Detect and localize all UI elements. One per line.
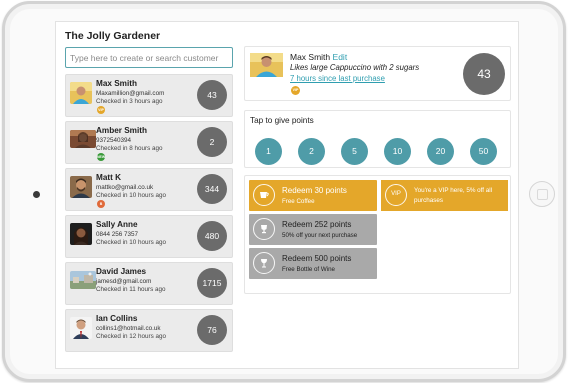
customer-points: 480 xyxy=(197,221,227,251)
profile-points: 43 xyxy=(463,53,505,95)
customer-card-max-smith[interactable]: Max Smith Maxamillion@gmail.com Checked … xyxy=(65,74,233,117)
customer-contact: 0844 256 7357 xyxy=(96,231,139,238)
reward-title: Redeem 500 points xyxy=(282,254,352,263)
avatar xyxy=(70,223,92,245)
customer-search-input[interactable] xyxy=(65,47,233,68)
customer-card-ian-collins[interactable]: Ian Collins collins1@hotmail.co.uk Check… xyxy=(65,309,233,352)
avatar xyxy=(70,176,92,198)
customer-name: Ian Collins xyxy=(96,314,138,323)
vip-status-tile: VIP You're a VIP here, 5% off all purcha… xyxy=(381,180,508,211)
vip-badge-icon: VIP xyxy=(97,106,105,114)
avatar xyxy=(70,82,92,104)
customer-checkin-time: Checked in 10 hours ago xyxy=(96,192,167,199)
app-title: The Jolly Gardener xyxy=(65,30,161,42)
redeem-discount-button[interactable]: Redeem 252 points 50% off your next purc… xyxy=(249,214,377,245)
customer-card-amber-smith[interactable]: Amber Smith 9372540394 Checked in 8 hour… xyxy=(65,121,233,164)
reward-description: 50% off your next purchase xyxy=(282,232,358,239)
customer-checkin-time: Checked in 12 hours ago xyxy=(96,333,167,340)
last-purchase-link[interactable]: 7 hours since last purchase xyxy=(290,74,385,83)
profile-name-line: Max Smith Edit xyxy=(290,52,347,62)
give-2-points-button[interactable]: 2 xyxy=(298,138,325,165)
give-50-points-button[interactable]: 50 xyxy=(470,138,497,165)
customer-name: Amber Smith xyxy=(96,126,147,135)
customer-profile-panel: Max Smith Edit Likes large Cappuccino wi… xyxy=(244,46,511,101)
new-badge-icon: NEW xyxy=(97,153,106,161)
give-20-points-button[interactable]: 20 xyxy=(427,138,454,165)
customer-contact: jamesd@gmail.com xyxy=(96,278,152,285)
trophy-icon xyxy=(253,218,275,240)
camera-icon xyxy=(33,191,40,198)
customer-checkin-time: Checked in 3 hours ago xyxy=(96,98,163,105)
loyalty-badge-icon: B xyxy=(97,200,105,208)
profile-avatar xyxy=(250,53,283,77)
wine-glass-icon xyxy=(253,252,275,274)
rewards-panel: Redeem 30 points Free Coffee Redeem 252 … xyxy=(244,175,511,294)
reward-description: Free Coffee xyxy=(282,198,315,205)
customer-name: Max Smith xyxy=(96,79,137,88)
customer-contact: collins1@hotmail.co.uk xyxy=(96,325,161,332)
reward-description: Free Bottle of Wine xyxy=(282,266,335,273)
redeem-wine-button[interactable]: Redeem 500 points Free Bottle of Wine xyxy=(249,248,377,279)
customer-points: 76 xyxy=(197,315,227,345)
customer-name: Matt K xyxy=(96,173,122,182)
edit-profile-link[interactable]: Edit xyxy=(333,52,348,62)
customer-checkin-time: Checked in 8 hours ago xyxy=(96,145,163,152)
home-button[interactable] xyxy=(529,181,555,207)
avatar xyxy=(70,130,96,148)
vip-badge-icon: VIP xyxy=(291,86,300,95)
customer-points: 2 xyxy=(197,127,227,157)
customer-name: Sally Anne xyxy=(96,220,138,229)
customer-points: 43 xyxy=(197,80,227,110)
profile-name: Max Smith xyxy=(290,52,331,62)
give-5-points-button[interactable]: 5 xyxy=(341,138,368,165)
customer-card-david-james[interactable]: David James jamesd@gmail.com Checked in … xyxy=(65,262,233,305)
customer-list: Max Smith Maxamillion@gmail.com Checked … xyxy=(65,74,233,356)
customer-name: David James xyxy=(96,267,147,276)
avatar xyxy=(70,317,92,339)
app-screen: The Jolly Gardener Max Smith Maxamillion… xyxy=(55,21,519,369)
customer-points: 1715 xyxy=(197,268,227,298)
vip-icon: VIP xyxy=(385,184,407,206)
customer-card-matt-k[interactable]: Matt K mattko@gmail.co.uk Checked in 10 … xyxy=(65,168,233,211)
reward-title: Redeem 30 points xyxy=(282,186,347,195)
avatar xyxy=(70,271,96,289)
customer-points: 344 xyxy=(197,174,227,204)
redeem-free-coffee-button[interactable]: Redeem 30 points Free Coffee xyxy=(249,180,377,211)
tablet-frame: The Jolly Gardener Max Smith Maxamillion… xyxy=(2,1,566,382)
customer-contact: 9372540394 xyxy=(96,137,132,144)
customer-checkin-time: Checked in 11 hours ago xyxy=(96,286,166,293)
vip-status-text: You're a VIP here, 5% off all purchases xyxy=(414,187,493,204)
profile-note: Likes large Cappuccino with 2 sugars xyxy=(290,63,420,72)
give-1-point-button[interactable]: 1 xyxy=(255,138,282,165)
give-10-points-button[interactable]: 10 xyxy=(384,138,411,165)
give-points-panel: Tap to give points 1 2 5 10 20 50 xyxy=(244,110,511,168)
customer-checkin-time: Checked in 10 hours ago xyxy=(96,239,167,246)
reward-title: Redeem 252 points xyxy=(282,220,352,229)
customer-contact: mattko@gmail.co.uk xyxy=(96,184,154,191)
customer-contact: Maxamillion@gmail.com xyxy=(96,90,165,97)
coffee-cup-icon xyxy=(253,184,275,206)
give-points-title: Tap to give points xyxy=(250,116,314,125)
customer-card-sally-anne[interactable]: Sally Anne 0844 256 7357 Checked in 10 h… xyxy=(65,215,233,258)
